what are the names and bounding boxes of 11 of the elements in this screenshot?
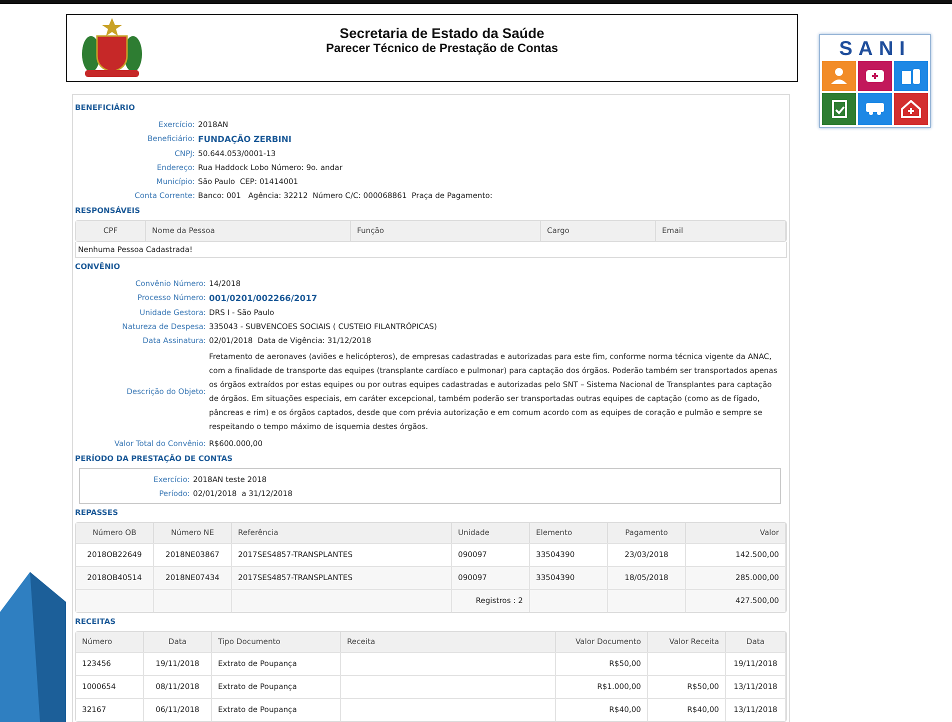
logo-letters: SANI (838, 37, 912, 61)
field-value: 001/0201/002266/2017 (209, 292, 318, 302)
ambulance-icon (866, 103, 884, 115)
field-value: FUNDAÇÃO ZERBINI (198, 134, 292, 144)
person-icon (831, 68, 847, 84)
medical-case-icon (866, 70, 884, 82)
report-subtitle: Parecer Técnico de Prestação de Contas (326, 41, 558, 55)
clipboard-icon (832, 100, 846, 118)
medicine-icon (902, 68, 920, 84)
house-cross-icon (901, 100, 921, 118)
report-title: Secretaria de Estado da Saúde (340, 25, 544, 41)
